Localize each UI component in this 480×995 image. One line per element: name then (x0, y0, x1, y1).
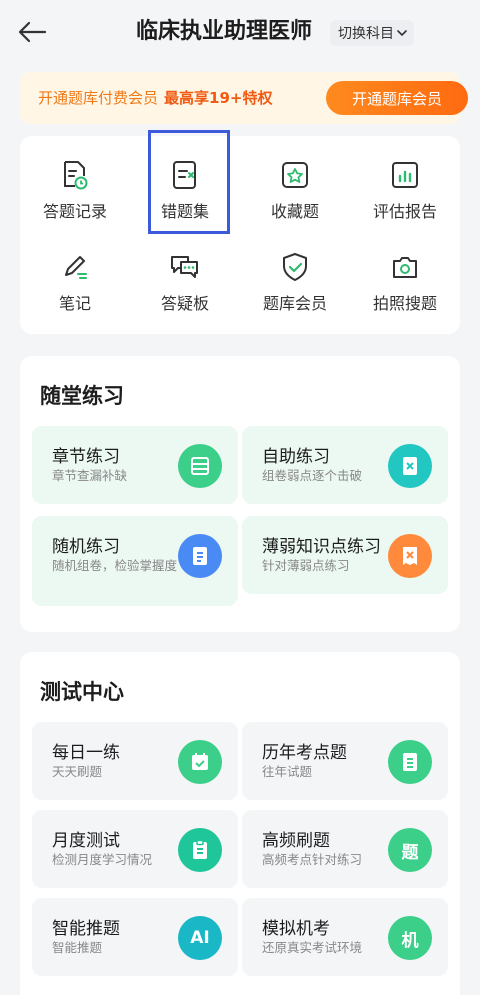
quick-item-qa-board[interactable]: 答疑板 (130, 228, 240, 318)
list-icon (178, 534, 222, 578)
quick-item-label: 答疑板 (160, 294, 209, 313)
tile-subtitle: 还原真实考试环境 (262, 940, 363, 955)
ai-icon: AI (178, 916, 222, 960)
open-membership-button[interactable]: 开通题库会员 (326, 81, 468, 115)
quick-item-label: 拍照搜题 (372, 294, 437, 313)
self-practice-icon (388, 444, 432, 488)
star-icon (278, 158, 312, 192)
calendar-icon (178, 740, 222, 784)
tile-subtitle: 天天刷题 (52, 764, 103, 779)
tile-subtitle: 章节查漏补缺 (52, 468, 128, 483)
tile-title: 每日一练 (52, 743, 120, 763)
weak-point-icon (388, 534, 432, 578)
quick-item-label: 题库会员 (262, 294, 327, 313)
banner-text: 开通题库付费会员 (38, 89, 159, 107)
practice-tile-self[interactable]: 自助练习 组卷弱点逐个击破 (242, 426, 448, 504)
back-arrow-icon (18, 21, 47, 43)
machine-exam-icon: 机 (388, 916, 432, 960)
tile-title: 历年考点题 (262, 743, 347, 763)
question-icon: 题 (388, 828, 432, 872)
practice-tile-random[interactable]: 随机练习 随机组卷，检验掌握度 (32, 516, 238, 606)
section-title: 测试中心 (40, 680, 124, 704)
tile-title: 模拟机考 (262, 919, 330, 939)
quick-item-photo-search[interactable]: 拍照搜题 (350, 228, 460, 318)
chat-icon (168, 250, 202, 284)
tile-subtitle: 针对薄弱点练习 (262, 558, 350, 573)
test-center-section: 测试中心 每日一练 天天刷题 历年考点题 往年试题 月度测试 检测月度学习情况 … (20, 652, 460, 995)
quick-item-label: 错题集 (160, 202, 209, 221)
camera-icon (388, 250, 422, 284)
practice-tile-chapter[interactable]: 章节练习 章节查漏补缺 (32, 426, 238, 504)
tile-subtitle: 随机组卷，检验掌握度 (52, 558, 178, 573)
back-button[interactable] (12, 16, 52, 48)
tile-title: 随机练习 (52, 537, 120, 557)
test-tile-past-exams[interactable]: 历年考点题 往年试题 (242, 722, 448, 800)
section-title: 随堂练习 (40, 384, 124, 408)
chevron-down-icon (397, 30, 407, 37)
switch-subject-button[interactable]: 切换科目 (330, 20, 414, 46)
practice-section: 随堂练习 章节练习 章节查漏补缺 自助练习 组卷弱点逐个击破 随机练习 随机组卷… (20, 356, 460, 632)
pen-icon (58, 250, 92, 284)
test-tile-monthly[interactable]: 月度测试 检测月度学习情况 (32, 810, 238, 888)
record-icon (58, 158, 92, 192)
page-title: 临床执业助理医师 (136, 19, 313, 44)
shield-icon (278, 250, 312, 284)
tile-title: 章节练习 (52, 447, 120, 467)
quick-item-favorites[interactable]: 收藏题 (240, 136, 350, 226)
tile-title: 薄弱知识点练习 (262, 537, 381, 557)
wrong-set-icon (168, 158, 202, 192)
test-tile-high-frequency[interactable]: 高频刷题 高频考点针对练习 题 (242, 810, 448, 888)
document-icon (388, 740, 432, 784)
chapter-icon (178, 444, 222, 488)
tile-subtitle: 智能推题 (52, 940, 103, 955)
quick-item-wrong-set[interactable]: 错题集 (130, 136, 240, 226)
test-tile-daily[interactable]: 每日一练 天天刷题 (32, 722, 238, 800)
switch-subject-label: 切换科目 (338, 26, 394, 42)
banner-highlight: 最高享19+特权 (164, 89, 273, 107)
report-icon (388, 158, 422, 192)
tile-title: 自助练习 (262, 447, 330, 467)
quick-item-label: 评估报告 (372, 202, 437, 221)
membership-banner: 开通题库付费会员 最高享19+特权 开通题库会员 (20, 72, 468, 124)
tile-subtitle: 高频考点针对练习 (262, 852, 363, 867)
tile-title: 高频刷题 (262, 831, 330, 851)
quick-item-label: 答题记录 (42, 202, 107, 221)
quick-item-label: 笔记 (58, 294, 91, 313)
test-tile-mock-exam[interactable]: 模拟机考 还原真实考试环境 机 (242, 898, 448, 976)
quick-menu-card: 答题记录 错题集 收藏题 评估报告 笔记 答疑板 题库会员 拍照搜题 (20, 136, 460, 334)
tile-title: 月度测试 (52, 831, 120, 851)
test-tile-smart-recommend[interactable]: 智能推题 智能推题 AI (32, 898, 238, 976)
tile-title: 智能推题 (52, 919, 120, 939)
app-header: 临床执业助理医师 切换科目 (0, 0, 480, 64)
quick-item-answer-record[interactable]: 答题记录 (20, 136, 130, 226)
quick-item-report[interactable]: 评估报告 (350, 136, 460, 226)
quick-item-notes[interactable]: 笔记 (20, 228, 130, 318)
quick-item-label: 收藏题 (270, 202, 319, 221)
practice-tile-weak-points[interactable]: 薄弱知识点练习 针对薄弱点练习 (242, 516, 448, 594)
clipboard-icon (178, 828, 222, 872)
tile-subtitle: 组卷弱点逐个击破 (262, 468, 363, 483)
tile-subtitle: 检测月度学习情况 (52, 852, 153, 867)
tile-subtitle: 往年试题 (262, 764, 313, 779)
quick-item-membership[interactable]: 题库会员 (240, 228, 350, 318)
